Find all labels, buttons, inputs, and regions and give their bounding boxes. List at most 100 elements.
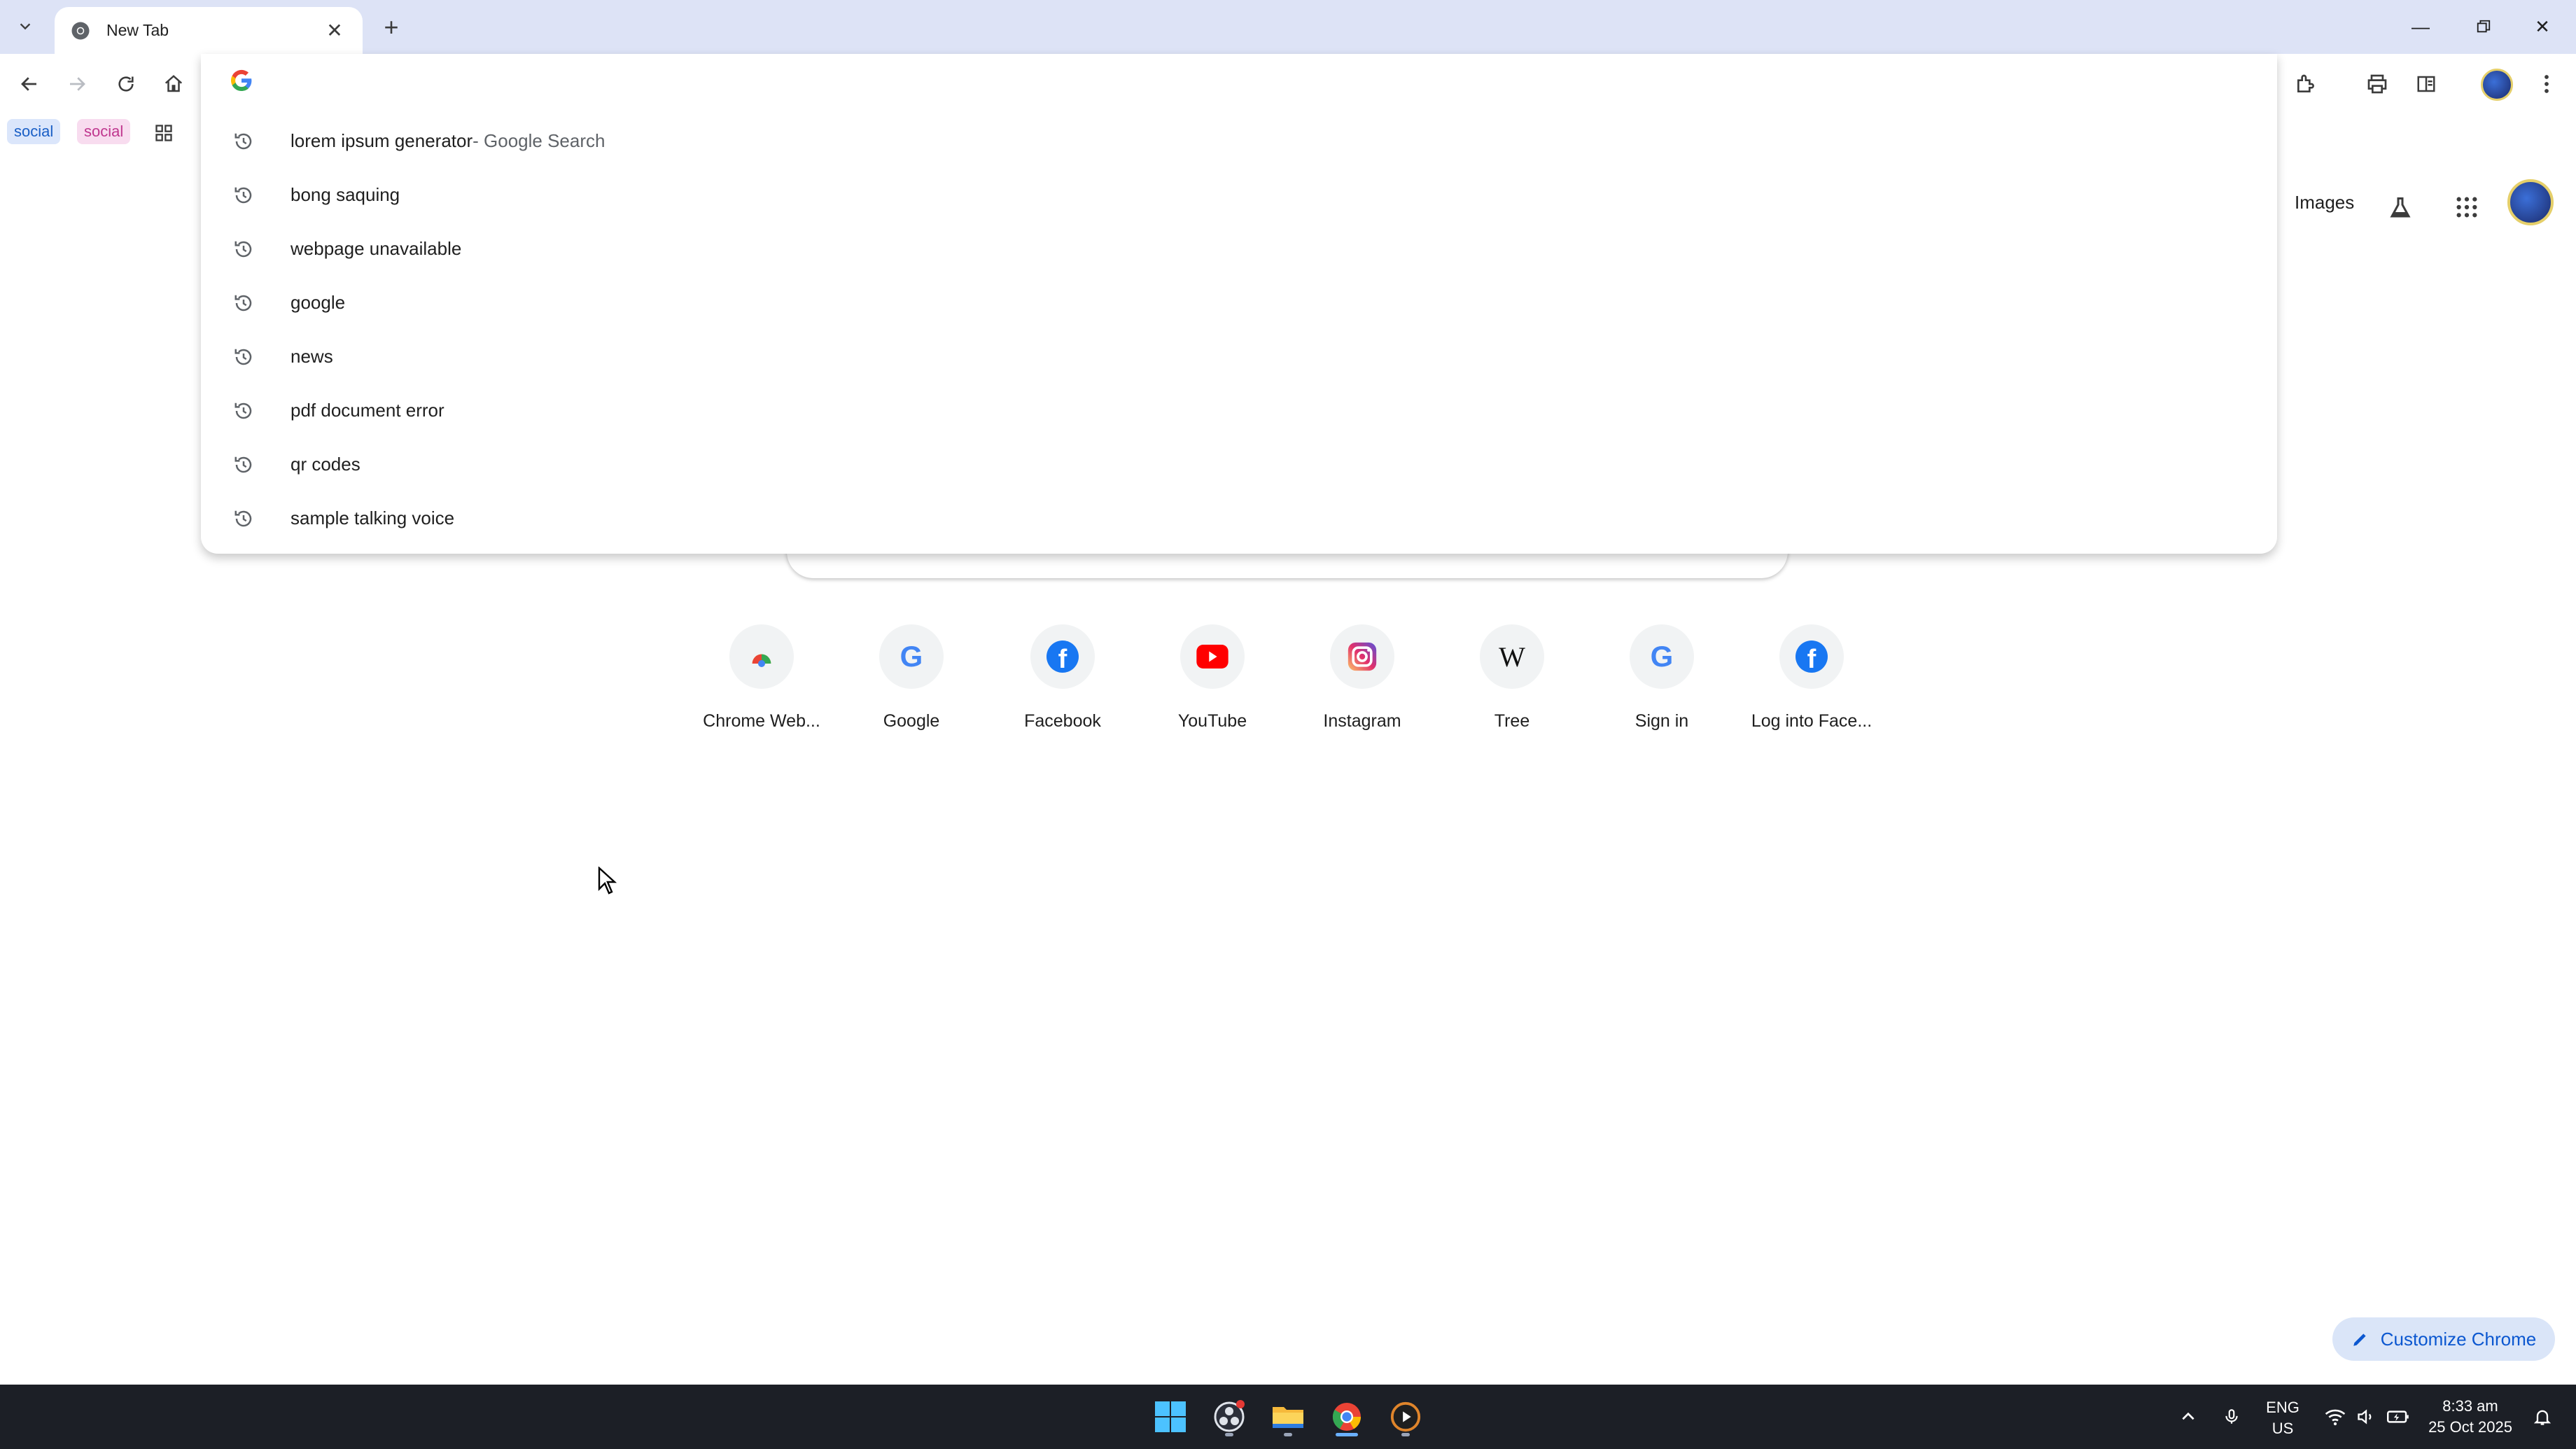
close-icon[interactable]: ✕ — [2516, 8, 2569, 45]
media-player-icon[interactable] — [1383, 1394, 1428, 1439]
tab-new-tab[interactable]: New Tab ✕ — [55, 7, 363, 54]
history-clock-icon — [234, 295, 252, 311]
obs-studio-icon[interactable] — [1207, 1394, 1252, 1439]
customize-chrome-label: Customize Chrome — [2380, 1328, 2537, 1350]
shortcut-label: Tree — [1494, 711, 1530, 731]
tab-search-chevron-icon[interactable] — [10, 11, 41, 42]
labs-flask-icon[interactable] — [2381, 189, 2419, 227]
running-indicator — [1225, 1433, 1233, 1436]
shortcut-tile[interactable]: Chrome Web... — [693, 624, 830, 750]
omnibox-suggestion[interactable]: bong saquing — [201, 168, 2277, 222]
suggestion-secondary-text: - Google Search — [472, 130, 606, 151]
facebook-icon: f — [1779, 624, 1844, 689]
shortcut-label: Google — [883, 711, 940, 731]
images-link[interactable]: Images — [2295, 192, 2354, 214]
new-tab-button[interactable]: + — [377, 13, 406, 42]
language-code: ENG — [2266, 1399, 2300, 1416]
google-apps-icon[interactable] — [2447, 188, 2486, 227]
microphone-icon[interactable] — [2209, 1394, 2254, 1439]
notifications-bell-icon[interactable] — [2520, 1394, 2565, 1439]
tab-close-icon[interactable]: ✕ — [322, 18, 347, 43]
google-g-icon — [230, 69, 252, 92]
history-clock-icon — [234, 133, 252, 149]
home-icon[interactable] — [154, 64, 193, 104]
print-icon[interactable] — [2358, 64, 2397, 104]
keyboard-region: US — [2272, 1420, 2294, 1437]
clock-time: 8:33 am — [2442, 1397, 2498, 1415]
back-icon[interactable] — [10, 64, 49, 104]
omnibox-suggestion[interactable]: sample talking voice — [201, 491, 2277, 545]
history-clock-icon — [234, 187, 252, 203]
suggestion-text: news — [290, 346, 333, 367]
tab-title: New Tab — [106, 21, 169, 39]
google-icon: G — [1630, 624, 1694, 689]
omnibox-suggestion[interactable]: pdf document error — [201, 384, 2277, 438]
suggestion-list: lorem ipsum generator - Google Search bon… — [201, 114, 2277, 545]
omnibox-dropdown: lorem ipsum generator - Google Search bon… — [201, 54, 2277, 554]
mouse-cursor-icon — [598, 867, 617, 895]
restore-icon[interactable] — [2457, 8, 2510, 45]
shortcut-tile[interactable]: W Tree — [1443, 624, 1581, 750]
suggestion-text: google — [290, 292, 346, 313]
shortcut-label: Facebook — [1024, 711, 1101, 731]
instagram-icon — [1330, 624, 1394, 689]
omnibox-suggestion[interactable]: google — [201, 276, 2277, 330]
file-explorer-icon[interactable] — [1266, 1394, 1310, 1439]
suggestion-text: pdf document error — [290, 400, 444, 421]
shortcut-tile[interactable]: YouTube — [1144, 624, 1281, 750]
history-clock-icon — [234, 241, 252, 257]
pencil-icon — [2353, 1334, 2366, 1346]
omnibox-input[interactable] — [278, 64, 2238, 96]
shortcut-label: YouTube — [1177, 711, 1247, 731]
running-indicator — [1401, 1433, 1410, 1436]
google-account-avatar[interactable] — [2507, 179, 2554, 225]
clock[interactable]: 8:33 am 25 Oct 2025 — [2425, 1396, 2516, 1438]
shortcut-tile[interactable]: G Google — [843, 624, 980, 750]
menu-dots-icon[interactable] — [2527, 64, 2566, 104]
windows-start-icon[interactable] — [1148, 1394, 1193, 1439]
reload-icon[interactable] — [106, 64, 146, 104]
suggestion-text: bong saquing — [290, 184, 400, 205]
wikipedia-icon: W — [1480, 624, 1544, 689]
minimize-icon[interactable]: — — [2394, 8, 2447, 45]
language-indicator[interactable]: ENG US — [2260, 1397, 2306, 1439]
profile-avatar[interactable] — [2481, 69, 2513, 101]
shortcut-label: Chrome Web... — [703, 711, 820, 731]
bookmark-social-1[interactable]: social — [7, 119, 61, 144]
show-hidden-icons-chevron-icon[interactable] — [2166, 1394, 2211, 1439]
shortcuts-grid: Chrome Web... G Google f Facebook YouTub… — [693, 624, 1883, 750]
shortcut-tile[interactable]: f Log into Face... — [1743, 624, 1880, 750]
suggestion-text: sample talking voice — [290, 507, 455, 528]
history-clock-icon — [234, 456, 252, 472]
suggestion-text: lorem ipsum generator — [290, 130, 473, 151]
customize-chrome-button[interactable]: Customize Chrome — [2332, 1317, 2555, 1361]
omnibox-suggestion[interactable]: news — [201, 330, 2277, 384]
clock-date: 25 Oct 2025 — [2428, 1418, 2512, 1436]
youtube-icon — [1180, 624, 1245, 689]
chrome-icon — [71, 22, 90, 39]
shortcut-label: Instagram — [1323, 711, 1401, 731]
history-clock-icon — [234, 510, 252, 526]
history-clock-icon — [234, 402, 252, 419]
forward-icon[interactable] — [57, 64, 97, 104]
active-indicator — [1336, 1433, 1358, 1436]
tab-strip: New Tab ✕ + — ✕ — [0, 0, 2576, 54]
google-icon: G — [879, 624, 944, 689]
chrome-taskbar-icon[interactable] — [1324, 1394, 1369, 1439]
bookmark-social-2[interactable]: social — [77, 119, 131, 144]
apps-grid-icon[interactable] — [144, 113, 183, 153]
omnibox-suggestion[interactable]: lorem ipsum generator - Google Search — [201, 114, 2277, 168]
suggestion-text: qr codes — [290, 454, 360, 475]
taskbar: ENG US 8:33 am 25 Oct 2025 — [0, 1385, 2576, 1449]
history-clock-icon — [234, 349, 252, 365]
shortcut-tile[interactable]: Instagram — [1294, 624, 1431, 750]
reading-list-icon[interactable] — [2407, 64, 2446, 104]
extensions-icon[interactable] — [2286, 64, 2325, 104]
omnibox-suggestion[interactable]: qr codes — [201, 438, 2277, 491]
battery-icon[interactable] — [2376, 1394, 2421, 1439]
chrome-web-store-icon — [729, 624, 794, 689]
shortcut-tile[interactable]: f Facebook — [994, 624, 1131, 750]
shortcut-tile[interactable]: G Sign in — [1593, 624, 1730, 750]
omnibox-suggestion[interactable]: webpage unavailable — [201, 222, 2277, 276]
shortcut-label: Log into Face... — [1751, 711, 1872, 731]
